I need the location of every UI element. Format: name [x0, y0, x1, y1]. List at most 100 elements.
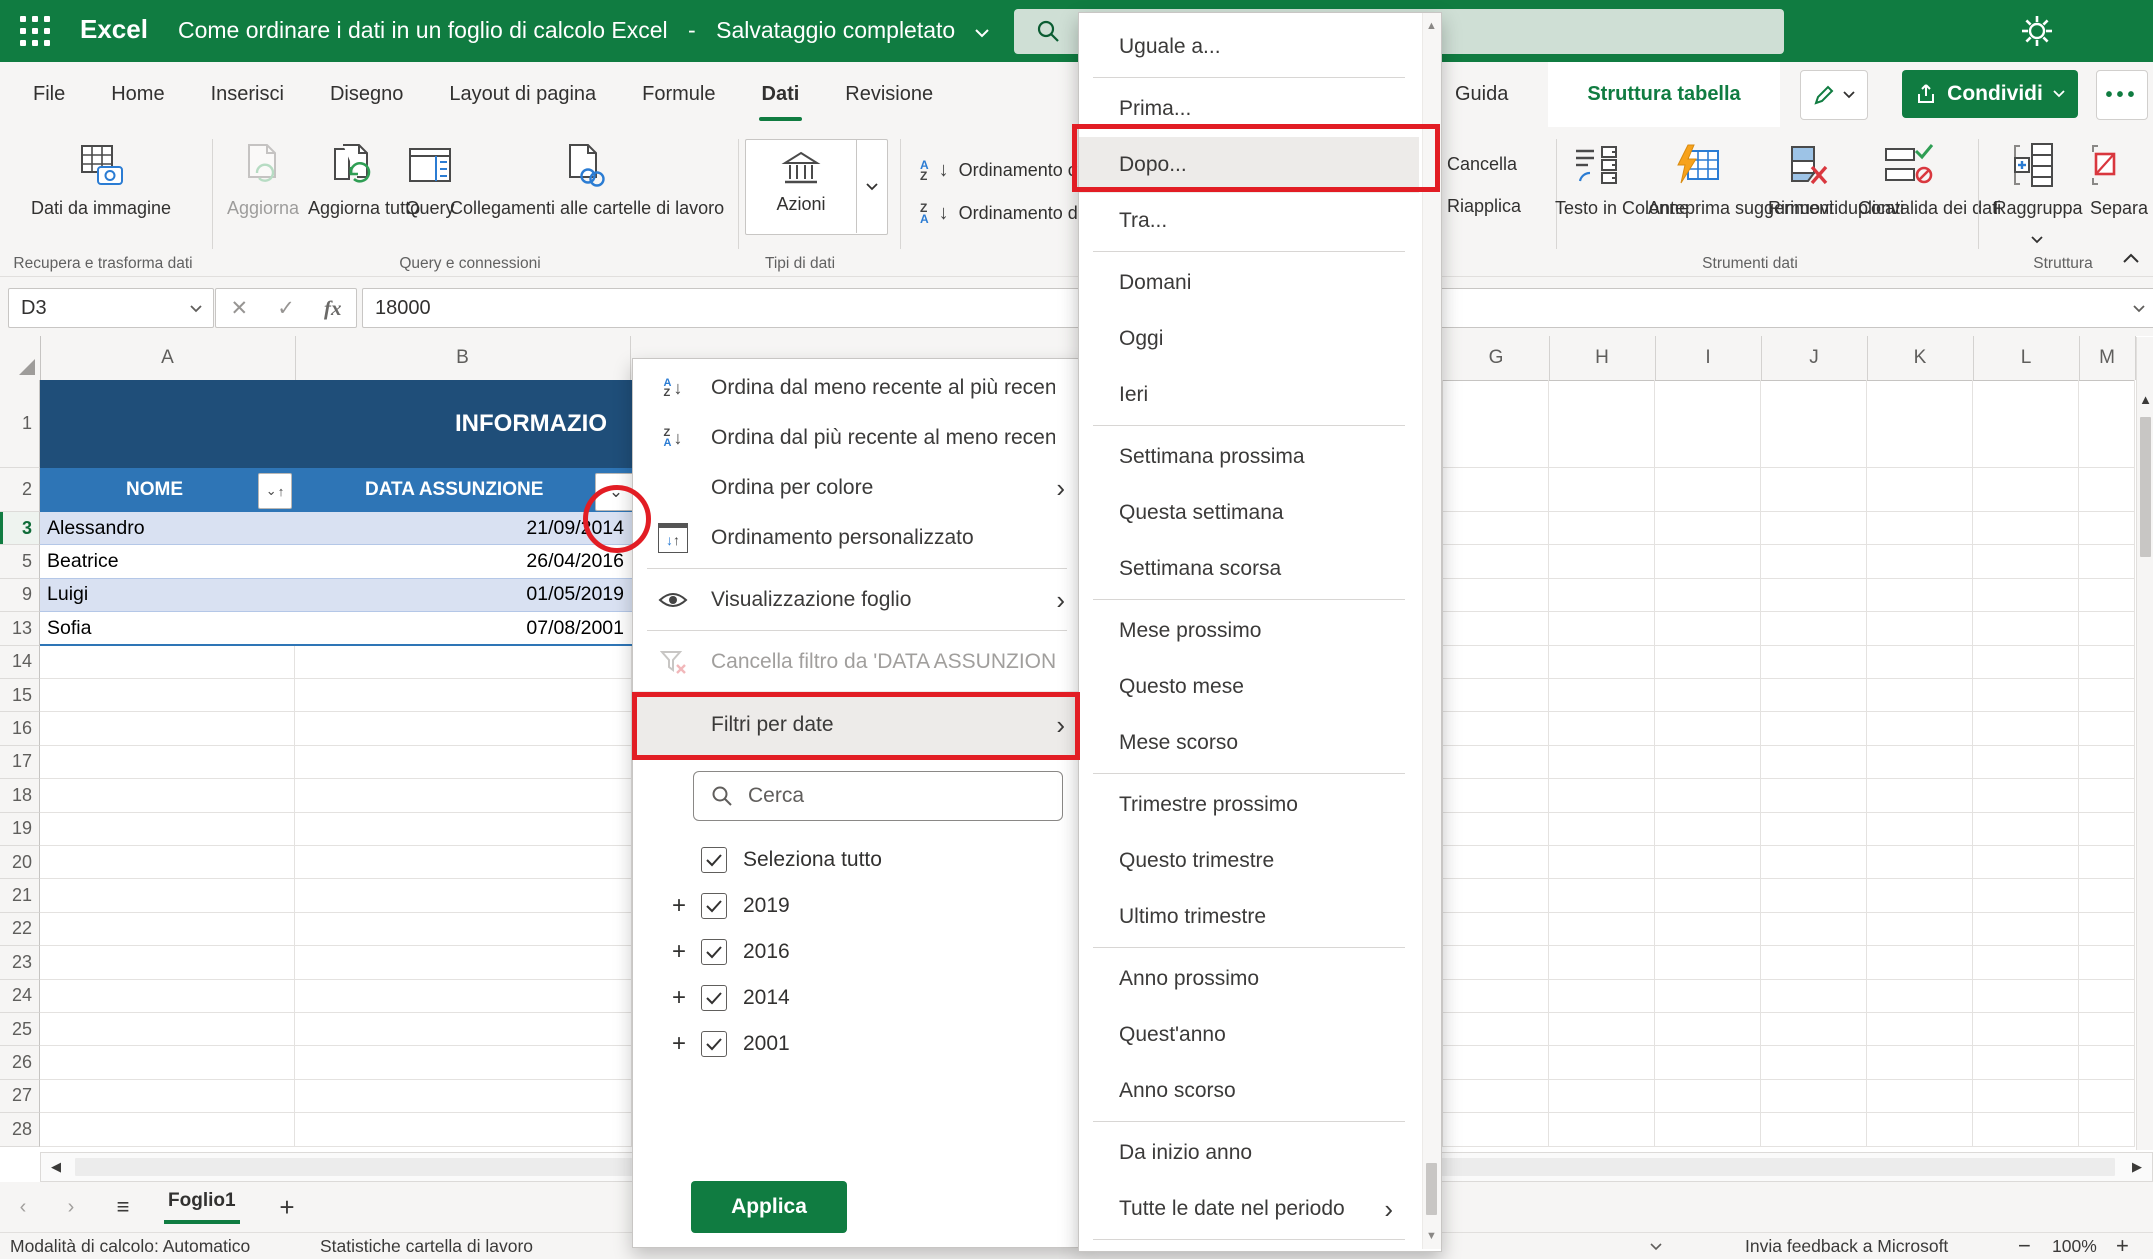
- table-header-data-assunzione[interactable]: DATA ASSUNZIONE: [295, 468, 632, 512]
- group-label-btn[interactable]: Raggruppa: [1988, 197, 2088, 220]
- submenu-scroll-thumb[interactable]: [1426, 1163, 1437, 1215]
- date-filter-settimana-scorsa[interactable]: Settimana scorsa: [1079, 541, 1419, 597]
- row-header-24[interactable]: 24: [0, 980, 40, 1013]
- tab-dati[interactable]: Dati: [739, 62, 823, 127]
- column-header-L[interactable]: L: [1973, 336, 2080, 380]
- feedback-link[interactable]: Invia feedback a Microsoft: [1745, 1236, 1948, 1257]
- row-header-5[interactable]: 5: [0, 545, 40, 578]
- row-header-26[interactable]: 26: [0, 1046, 40, 1079]
- row-header-18[interactable]: 18: [0, 779, 40, 812]
- date-filter-domani[interactable]: Domani: [1079, 255, 1419, 311]
- scroll-left-icon[interactable]: ◀: [45, 1155, 67, 1179]
- clear-filter-button[interactable]: Cancella: [1447, 153, 1517, 176]
- chevron-down-icon[interactable]: [1650, 1243, 1662, 1251]
- filter-value-2016[interactable]: +2016: [633, 929, 1081, 975]
- date-filter-uguale-a[interactable]: Uguale a...: [1079, 19, 1419, 75]
- expand-plus-icon[interactable]: +: [669, 984, 689, 1012]
- menu-item-ordina-dal-meno-recente-al-pi-[interactable]: AZ↓Ordina dal meno recente al più recent…: [633, 363, 1081, 413]
- settings-gear-icon[interactable]: [2020, 14, 2054, 48]
- cancel-entry-icon[interactable]: ✕: [231, 296, 249, 321]
- chevron-down-icon[interactable]: [2030, 235, 2044, 244]
- table-cell-date[interactable]: 26/04/2016: [295, 545, 632, 578]
- nome-filter-sort-button[interactable]: ⌄↑: [258, 473, 292, 509]
- expand-formula-bar-icon[interactable]: [2132, 304, 2146, 313]
- tab-file[interactable]: File: [10, 62, 88, 127]
- group-outline-icon[interactable]: [2010, 141, 2062, 189]
- refresh-all-icon[interactable]: [328, 141, 378, 189]
- confirm-entry-icon[interactable]: ✓: [277, 296, 295, 321]
- data-from-picture-label[interactable]: Dati da immagine: [25, 197, 177, 220]
- column-header-H[interactable]: H: [1549, 336, 1656, 380]
- column-header-M[interactable]: M: [2079, 336, 2136, 380]
- row-header-13[interactable]: 13: [0, 612, 40, 645]
- tab-guida[interactable]: Guida: [1432, 62, 1531, 127]
- checkbox-checked[interactable]: [701, 939, 727, 965]
- sheet-tab-foglio1[interactable]: Foglio1: [168, 1190, 236, 1212]
- row-header-9[interactable]: 9: [0, 579, 40, 612]
- date-filter-anno-scorso[interactable]: Anno scorso: [1079, 1063, 1419, 1119]
- checkbox-checked[interactable]: [701, 847, 727, 873]
- data-validation-icon[interactable]: [1882, 141, 1936, 189]
- menu-item-ordina-dal-pi-recente-al-meno-[interactable]: ZA↓Ordina dal più recente al meno recent…: [633, 413, 1081, 463]
- workbook-links-label[interactable]: Collegamenti alle cartelle di lavoro: [450, 197, 722, 220]
- scroll-right-icon[interactable]: ▶: [2126, 1155, 2148, 1179]
- date-filter-da-inizio-anno[interactable]: Da inizio anno: [1079, 1125, 1419, 1181]
- date-filter-oggi[interactable]: Oggi: [1079, 311, 1419, 367]
- document-title[interactable]: Come ordinare i dati in un foglio di cal…: [178, 17, 990, 44]
- refresh-all-label[interactable]: Aggiorna tutto: [308, 197, 400, 220]
- filter-value-2019[interactable]: +2019: [633, 883, 1081, 929]
- row-header-21[interactable]: 21: [0, 879, 40, 912]
- date-filter-anno-prossimo[interactable]: Anno prossimo: [1079, 951, 1419, 1007]
- menu-item-ordinamento-personalizzato[interactable]: ↓↑Ordinamento personalizzato: [633, 513, 1081, 563]
- date-filter-mese-scorso[interactable]: Mese scorso: [1079, 715, 1419, 771]
- filter-value-2001[interactable]: +2001: [633, 1021, 1081, 1067]
- chevron-down-icon[interactable]: [189, 304, 203, 313]
- collapse-ribbon-icon[interactable]: [2122, 253, 2140, 264]
- chevron-down-icon[interactable]: [865, 182, 879, 191]
- date-filter-tutte-le-date-nel-periodo[interactable]: Tutte le date nel periodo›: [1079, 1181, 1419, 1237]
- text-to-columns-icon[interactable]: [1572, 141, 1622, 189]
- row-header-3[interactable]: 3: [0, 512, 40, 545]
- date-filter-ultimo-trimestre[interactable]: Ultimo trimestre: [1079, 889, 1419, 945]
- date-filter-mese-prossimo[interactable]: Mese prossimo: [1079, 603, 1419, 659]
- next-sheet-icon[interactable]: ›: [58, 1194, 84, 1220]
- zoom-level[interactable]: 100%: [2052, 1236, 2097, 1257]
- remove-duplicates-icon[interactable]: [1782, 141, 1832, 189]
- scroll-up-icon[interactable]: ▲: [2138, 389, 2153, 409]
- date-filter-trimestre-prossimo[interactable]: Trimestre prossimo: [1079, 777, 1419, 833]
- all-sheets-icon[interactable]: ≡: [108, 1194, 138, 1220]
- filter-value-2014[interactable]: +2014: [633, 975, 1081, 1021]
- table-cell-date[interactable]: 07/08/2001: [295, 612, 632, 645]
- row-header-19[interactable]: 19: [0, 813, 40, 846]
- data-validation-label[interactable]: Convalida dei dati: [1858, 197, 1962, 220]
- expand-plus-icon[interactable]: +: [669, 1030, 689, 1058]
- date-filter-ieri[interactable]: Ieri: [1079, 367, 1419, 423]
- row-header-16[interactable]: 16: [0, 712, 40, 745]
- table-cell-name[interactable]: Alessandro: [40, 512, 295, 545]
- tab-formule[interactable]: Formule: [619, 62, 738, 127]
- date-filter-quest-anno[interactable]: Quest'anno: [1079, 1007, 1419, 1063]
- column-header-I[interactable]: I: [1655, 336, 1762, 380]
- date-filter-tra[interactable]: Tra...: [1079, 193, 1419, 249]
- row-header-1[interactable]: 1: [0, 380, 40, 468]
- apply-button[interactable]: Applica: [691, 1181, 847, 1233]
- row-header-2[interactable]: 2: [0, 468, 40, 512]
- checkbox-checked[interactable]: [701, 893, 727, 919]
- name-box[interactable]: D3: [8, 288, 214, 328]
- column-header-J[interactable]: J: [1761, 336, 1868, 380]
- column-header-B[interactable]: B: [295, 336, 631, 380]
- row-header-17[interactable]: 17: [0, 746, 40, 779]
- scroll-down-icon[interactable]: ▼: [1423, 1227, 1440, 1245]
- tab-home[interactable]: Home: [88, 62, 187, 127]
- table-cell-name[interactable]: Sofia: [40, 612, 295, 645]
- row-header-22[interactable]: 22: [0, 913, 40, 946]
- filter-search-box[interactable]: Cerca: [693, 771, 1063, 821]
- zoom-in-button[interactable]: +: [2116, 1233, 2129, 1259]
- column-header-K[interactable]: K: [1867, 336, 1974, 380]
- share-button[interactable]: Condividi: [1902, 70, 2078, 118]
- tab-layout-di-pagina[interactable]: Layout di pagina: [426, 62, 619, 127]
- query-icon[interactable]: [405, 141, 455, 189]
- filter-value-select-all[interactable]: Seleziona tutto: [633, 837, 1081, 883]
- workbook-links-icon[interactable]: [560, 141, 610, 189]
- more-options-button[interactable]: •••: [2096, 70, 2148, 120]
